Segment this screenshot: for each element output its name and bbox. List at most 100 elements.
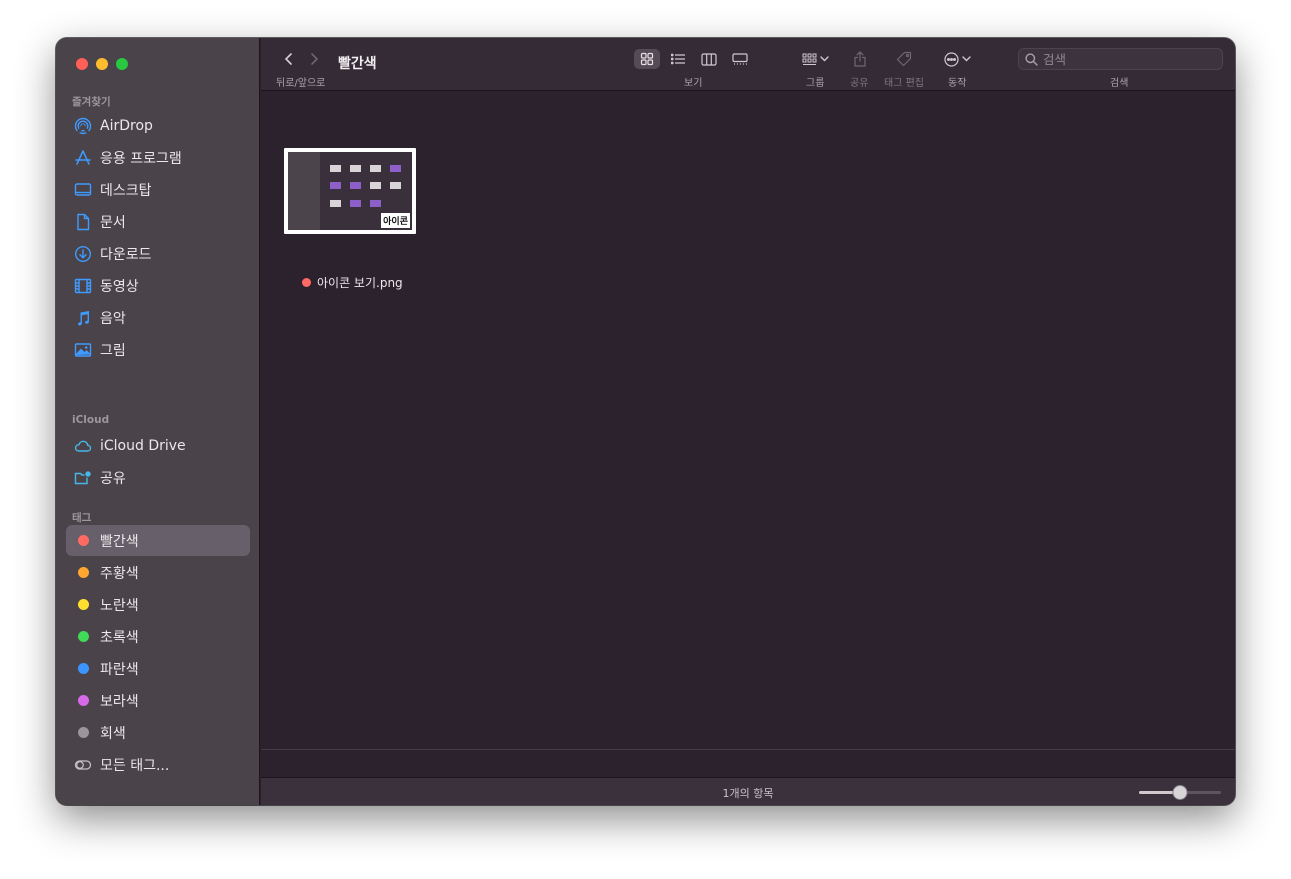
sidebar-item-downloads[interactable]: 다운로드	[66, 238, 250, 269]
movie-icon	[74, 277, 92, 295]
document-icon	[74, 213, 92, 231]
desktop-icon	[74, 181, 92, 199]
download-icon	[74, 245, 92, 263]
path-bar	[261, 749, 1235, 777]
file-thumbnail[interactable]: 아이콘	[284, 148, 416, 234]
thumbnail-preview-image: 아이콘	[288, 152, 412, 230]
cloud-icon	[74, 437, 92, 455]
chevron-down-icon	[962, 56, 971, 62]
tag-icon	[896, 51, 912, 67]
share-label: 공유	[850, 78, 869, 89]
view-switcher	[634, 49, 753, 69]
sidebar-item-label: 문서	[100, 214, 126, 231]
thumbnail-badge: 아이콘	[381, 213, 410, 228]
sidebar-item-tag-purple[interactable]: 보라색	[66, 685, 250, 716]
ellipsis-circle-icon	[944, 51, 959, 67]
music-icon	[74, 309, 92, 327]
sidebar-item-label: 회색	[100, 725, 126, 742]
chevron-left-icon	[284, 53, 292, 65]
view-label: 보기	[684, 78, 703, 89]
chevron-right-icon	[311, 53, 319, 65]
column-view-button[interactable]	[696, 49, 722, 69]
sidebar-item-tag-gray[interactable]: 회색	[66, 717, 250, 748]
minimize-button[interactable]	[96, 58, 108, 70]
search-field[interactable]	[1018, 48, 1223, 70]
sidebar-item-airdrop[interactable]: AirDrop	[66, 110, 250, 141]
sidebar-item-label: 노란색	[100, 597, 139, 614]
window-controls	[76, 58, 128, 70]
sidebar-item-label: AirDrop	[100, 117, 153, 134]
columns-icon	[701, 52, 717, 66]
sidebar-item-movies[interactable]: 동영상	[66, 270, 250, 301]
sidebar-item-music[interactable]: 음악	[66, 302, 250, 333]
sidebar-item-label: 모든 태그...	[100, 757, 170, 774]
search-label: 검색	[1110, 78, 1129, 89]
sidebar-item-label: 데스크탑	[100, 182, 152, 199]
purple-tag-dot-icon	[78, 695, 89, 706]
zoom-button[interactable]	[116, 58, 128, 70]
picture-icon	[74, 341, 92, 359]
icon-view-button[interactable]	[634, 49, 660, 69]
all-tags-icon	[74, 756, 92, 774]
file-area: 아이콘 아이콘 보기.png	[261, 92, 1235, 749]
file-name-text: 아이콘 보기.png	[317, 276, 403, 290]
sidebar-item-tag-red[interactable]: 빨간색	[66, 525, 250, 556]
sidebar-item-label: 음악	[100, 310, 126, 327]
list-view-button[interactable]	[665, 49, 691, 69]
finder-window: 즐겨찾기 AirDrop 응용 프로그램 데스크탑 문서 다운로드 동영상 음악…	[56, 38, 1235, 805]
favorites-section-title: 즐겨찾기	[72, 96, 111, 108]
airdrop-icon	[74, 117, 92, 135]
icloud-section-title: iCloud	[72, 414, 110, 426]
search-input[interactable]	[1043, 51, 1213, 67]
back-button[interactable]	[279, 50, 299, 68]
window-title: 빨간색	[338, 56, 377, 72]
gray-tag-dot-icon	[78, 727, 89, 738]
blue-tag-dot-icon	[78, 663, 89, 674]
green-tag-dot-icon	[78, 631, 89, 642]
close-button[interactable]	[76, 58, 88, 70]
edit-tags-button[interactable]	[896, 49, 912, 69]
sidebar-item-shared[interactable]: 공유	[66, 462, 250, 493]
share-icon	[854, 51, 866, 67]
sidebar-item-icloud-drive[interactable]: iCloud Drive	[66, 430, 250, 461]
sidebar-item-tag-yellow[interactable]: 노란색	[66, 589, 250, 620]
sidebar-item-label: 그림	[100, 342, 126, 359]
sidebar-item-label: 공유	[100, 470, 126, 487]
sidebar-item-label: 응용 프로그램	[100, 150, 182, 167]
slider-knob[interactable]	[1172, 785, 1188, 800]
action-button[interactable]	[944, 49, 971, 69]
applications-icon	[74, 149, 92, 167]
forward-button[interactable]	[304, 50, 324, 68]
orange-tag-dot-icon	[78, 567, 89, 578]
sidebar-item-tag-green[interactable]: 초록색	[66, 621, 250, 652]
group-grid-icon	[802, 53, 817, 65]
sidebar-item-pictures[interactable]: 그림	[66, 334, 250, 365]
list-icon	[670, 53, 685, 65]
sidebar-item-label: 다운로드	[100, 246, 152, 263]
sidebar-item-tag-orange[interactable]: 주황색	[66, 557, 250, 588]
toolbar: 뒤로/앞으로 빨간색 보기 그룹 공유 태그 편집 동작 검색 검색	[261, 38, 1235, 91]
sidebar-item-all-tags[interactable]: 모든 태그...	[66, 749, 250, 780]
sidebar-item-desktop[interactable]: 데스크탑	[66, 174, 250, 205]
file-name-label[interactable]: 아이콘 보기.png	[302, 274, 403, 291]
icon-size-slider[interactable]	[1139, 785, 1221, 800]
sidebar-item-tag-blue[interactable]: 파란색	[66, 653, 250, 684]
sidebar-item-label: 보라색	[100, 693, 139, 710]
sidebar-item-label: iCloud Drive	[100, 437, 186, 454]
edit-tags-label: 태그 편집	[884, 78, 924, 89]
status-bar: 1개의 항목	[261, 777, 1235, 805]
red-tag-dot-icon	[78, 535, 89, 546]
sidebar-item-label: 초록색	[100, 629, 139, 646]
sidebar-item-documents[interactable]: 문서	[66, 206, 250, 237]
sidebar-item-label: 주황색	[100, 565, 139, 582]
shared-folder-icon	[74, 469, 92, 487]
group-button[interactable]	[802, 49, 829, 69]
sidebar-item-applications[interactable]: 응용 프로그램	[66, 142, 250, 173]
gallery-view-button[interactable]	[727, 49, 753, 69]
nav-label: 뒤로/앞으로	[276, 78, 326, 89]
group-label: 그룹	[806, 78, 825, 89]
action-label: 동작	[948, 78, 967, 89]
share-button[interactable]	[853, 49, 867, 69]
item-count: 1개의 항목	[722, 787, 774, 800]
sidebar-item-label: 동영상	[100, 278, 139, 295]
